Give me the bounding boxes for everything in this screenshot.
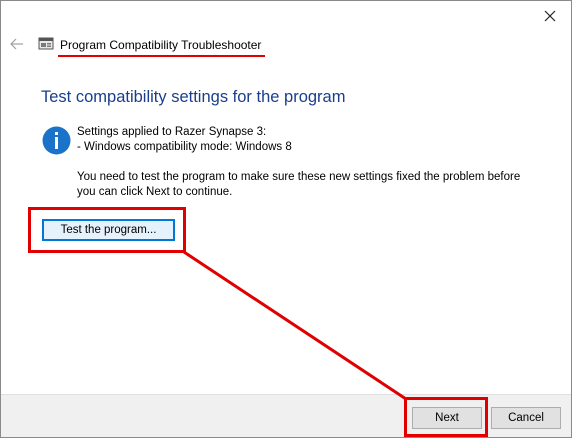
next-button[interactable]: Next bbox=[412, 407, 482, 429]
settings-applied-text: Settings applied to Razer Synapse 3: bbox=[77, 126, 267, 138]
instruction-text-line1: You need to test the program to make sur… bbox=[77, 171, 521, 183]
back-arrow-icon bbox=[10, 38, 23, 50]
window-title: Program Compatibility Troubleshooter bbox=[60, 38, 262, 52]
troubleshooter-window: Program Compatibility Troubleshooter Tes… bbox=[0, 0, 572, 438]
info-icon bbox=[42, 126, 71, 155]
cancel-button[interactable]: Cancel bbox=[491, 407, 561, 429]
close-button[interactable] bbox=[535, 3, 565, 29]
back-button[interactable] bbox=[8, 35, 26, 53]
footer-bar bbox=[1, 394, 571, 437]
page-heading: Test compatibility settings for the prog… bbox=[41, 88, 346, 106]
instruction-text-line2: you can click Next to continue. bbox=[77, 186, 233, 198]
compat-mode-text: - Windows compatibility mode: Windows 8 bbox=[77, 141, 292, 153]
annotation-connector-line bbox=[183, 250, 407, 401]
test-program-button[interactable]: Test the program... bbox=[42, 219, 175, 241]
troubleshooter-app-icon bbox=[38, 37, 54, 50]
title-underline-annotation bbox=[58, 55, 265, 57]
close-icon bbox=[544, 10, 556, 22]
